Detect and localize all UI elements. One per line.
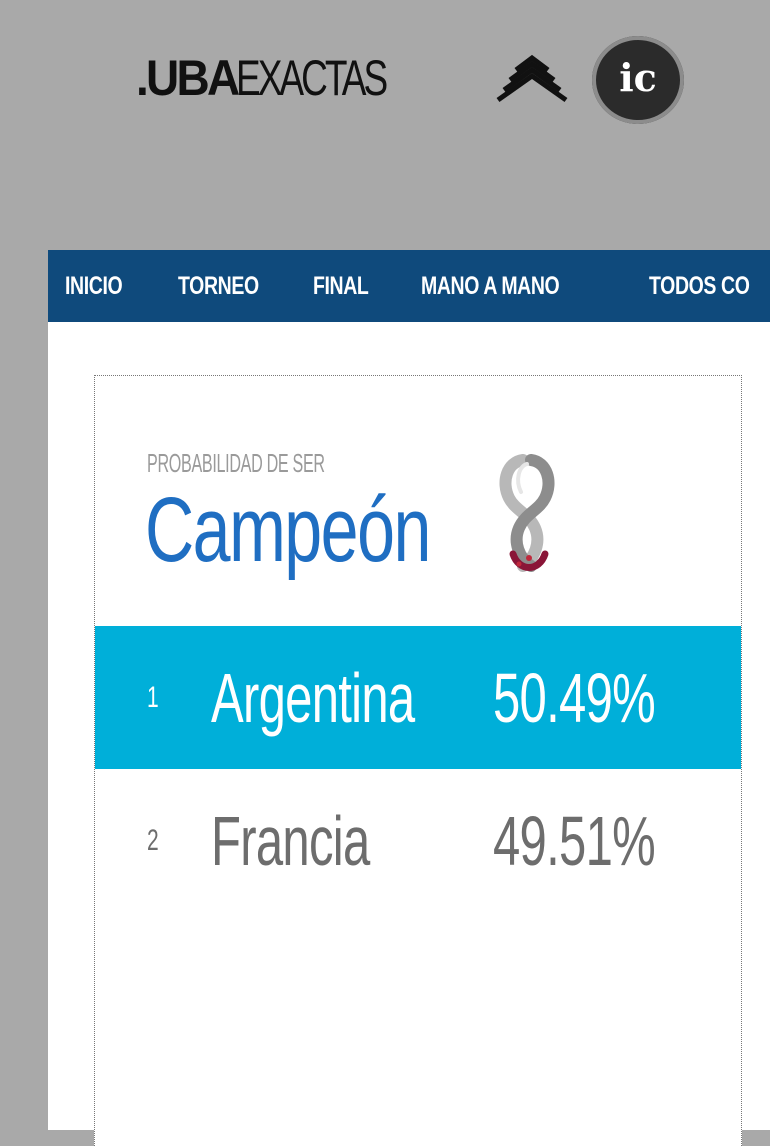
champion-probability: 50.49% xyxy=(493,658,656,737)
exactas-chevrons-icon xyxy=(496,54,568,103)
logo-exactas-text: EXACTAS xyxy=(236,50,388,106)
champion-probability: 49.51% xyxy=(493,801,656,880)
nav-item-todos[interactable]: TODOS CO xyxy=(649,272,750,301)
rank-position: 2 xyxy=(147,823,159,857)
uba-exactas-logo[interactable]: .UBA EXACTAS xyxy=(136,48,568,108)
nav-item-final[interactable]: FINAL xyxy=(313,272,369,301)
champion-probability-card: PROBABILIDAD DE SER Campeón 1 Argentina … xyxy=(94,375,742,1146)
nav-item-inicio[interactable]: INICIO xyxy=(65,272,123,301)
ic-badge-text: ic xyxy=(619,55,657,100)
logo-uba-text: .UBA xyxy=(136,50,240,106)
content-frame: INICIO TORNEO FINAL MANO A MANO TODOS CO… xyxy=(48,250,770,1146)
ic-badge-logo[interactable]: ic xyxy=(592,36,684,124)
card-kicker: PROBABILIDAD DE SER xyxy=(147,448,325,478)
world-cup-trophy-icon xyxy=(499,454,555,572)
team-name: Argentina xyxy=(211,658,415,737)
nav-item-torneo[interactable]: TORNEO xyxy=(178,272,259,301)
team-name: Francia xyxy=(211,801,370,880)
ranking-row[interactable]: 1 Argentina 50.49% xyxy=(95,626,741,769)
nav-item-mano-a-mano[interactable]: MANO A MANO xyxy=(421,272,560,301)
rank-position: 1 xyxy=(147,680,159,714)
card-title: Campeón xyxy=(145,479,431,581)
ranking-row[interactable]: 2 Francia 49.51% xyxy=(95,769,741,912)
main-nav: INICIO TORNEO FINAL MANO A MANO TODOS CO xyxy=(48,250,770,322)
